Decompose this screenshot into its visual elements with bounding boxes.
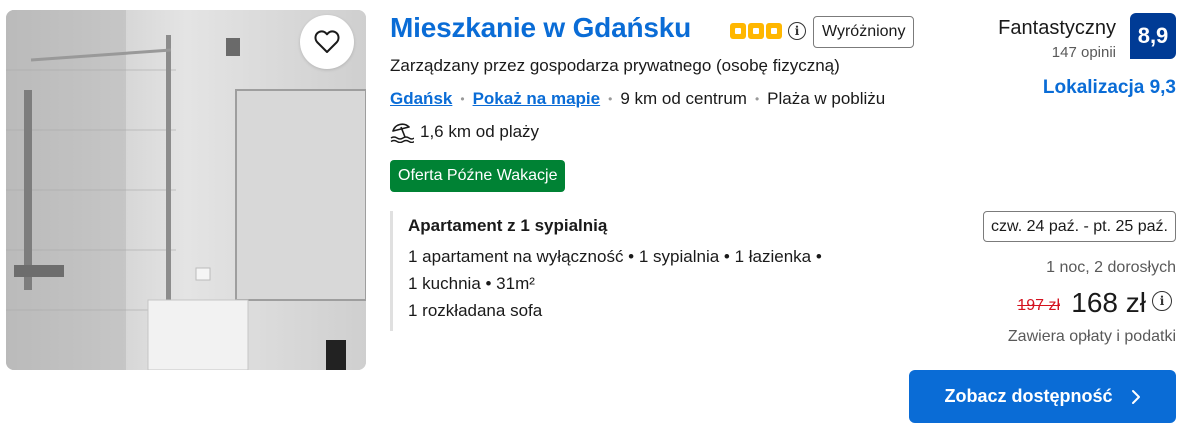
separator-dot: • (608, 92, 613, 106)
city-link[interactable]: Gdańsk (390, 89, 452, 109)
original-price: 197 zł (1017, 297, 1060, 314)
cta-label: Zobacz dostępność (944, 386, 1113, 406)
beach-distance-row: 1,6 km od plaży (390, 121, 539, 143)
chevron-right-icon (1131, 389, 1140, 404)
beach-umbrella-icon (390, 123, 414, 143)
beach-distance-text: 1,6 km od plaży (420, 122, 540, 141)
unit-divider (390, 211, 393, 331)
star-icon (766, 23, 782, 39)
unit-title: Apartament z 1 sypialnią (408, 216, 608, 235)
separator-dot: • (460, 92, 465, 106)
star-icon (748, 23, 764, 39)
taxes-note: Zawiera opłaty i podatki (1007, 328, 1176, 345)
separator-dot: • (754, 92, 760, 106)
price-info-icon[interactable]: i (1152, 291, 1172, 311)
see-availability-button[interactable]: Zobacz dostępność (909, 370, 1176, 423)
unit-details-line: 1 apartament na wyłączność • 1 sypialnia… (408, 247, 822, 266)
star-icon (730, 23, 746, 39)
info-icon[interactable]: i (788, 22, 806, 40)
rating-word: Fantastyczny (998, 17, 1116, 39)
show-on-map-link[interactable]: Pokaż na mapie (473, 89, 601, 109)
favorite-button[interactable] (300, 15, 354, 69)
current-price: 168 zł (1071, 287, 1146, 318)
heart-icon (314, 30, 340, 53)
unit-details-line: 1 kuchnia • 31m² (408, 274, 535, 293)
host-type-text: Zarządzany przez gospodarza prywatnego (… (390, 56, 840, 75)
deal-badge: Oferta Późne Wakacje (390, 160, 566, 192)
distance-from-center: 9 km od centrum (620, 89, 747, 108)
property-title[interactable]: Mieszkanie w Gdańsku (390, 12, 691, 44)
review-score[interactable]: 8,9 (1130, 13, 1176, 59)
review-count[interactable]: 147 opinii (1052, 44, 1116, 61)
stay-dates: czw. 24 paź. - pt. 25 paź. (983, 211, 1176, 242)
beach-nearby-text: Plaża w pobliżu (767, 89, 886, 108)
nights-guests: 1 noc, 2 dorosłych (1046, 259, 1176, 276)
unit-bed-line: 1 rozkładana sofa (408, 301, 543, 320)
location-row: Gdańsk • Pokaż na mapie • 9 km od centru… (390, 89, 885, 109)
featured-badge: Wyróżniony (813, 16, 915, 48)
location-score: Lokalizacja 9,3 (1042, 77, 1176, 98)
star-rating (730, 23, 782, 39)
